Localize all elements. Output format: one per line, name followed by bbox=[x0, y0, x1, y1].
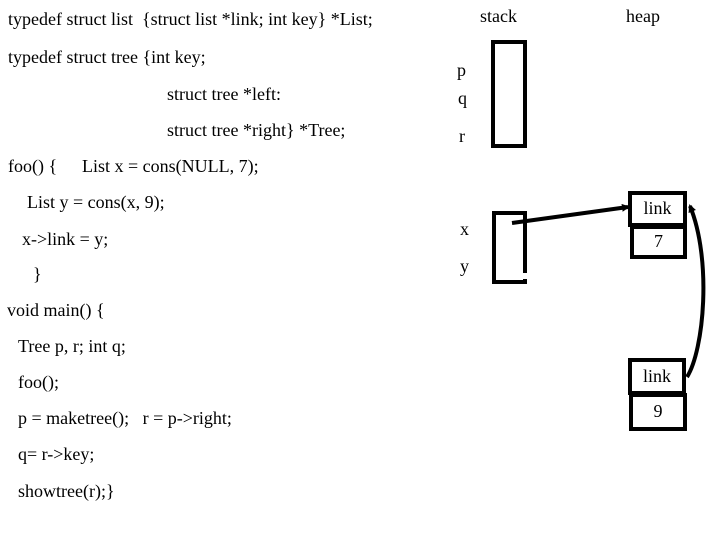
heap-node-7-link-label: link bbox=[643, 198, 672, 218]
stack-frame-foo-gap bbox=[522, 273, 528, 279]
code-line-tree-vars: Tree p, r; int q; bbox=[18, 336, 126, 356]
stack-var-p: p bbox=[457, 60, 466, 80]
stack-var-q: q bbox=[458, 88, 467, 108]
stack-title: stack bbox=[480, 6, 517, 26]
code-line-foo-call: foo(); bbox=[18, 372, 59, 392]
code-line-tree-right: struct tree *right} *Tree; bbox=[167, 120, 346, 140]
code-line-cons-y: List y = cons(x, 9); bbox=[27, 192, 165, 212]
code-line-foo-decl: foo() { bbox=[8, 156, 58, 176]
stack-var-r: r bbox=[459, 126, 465, 146]
code-line-q-assign: q= r->key; bbox=[18, 444, 95, 464]
arrow-x-to-node-7 bbox=[511, 203, 630, 225]
heap-node-9-link-label: link bbox=[642, 365, 671, 386]
code-line-maketree: p = maketree(); r = p->right; bbox=[18, 408, 232, 428]
heap-node-7-key-value: 7 bbox=[654, 231, 663, 251]
arrow-node-9-to-node-7 bbox=[685, 204, 706, 379]
code-line-tree-left: struct tree *left: bbox=[167, 84, 281, 104]
code-line-typedef-list: typedef struct list {struct list *link; … bbox=[8, 9, 373, 29]
heap-node-7-link-cell: link bbox=[628, 191, 687, 227]
code-line-showtree: showtree(r);} bbox=[18, 481, 115, 501]
arrows-layer bbox=[511, 203, 706, 379]
code-line-typedef-tree: typedef struct tree {int key; bbox=[8, 47, 206, 67]
stack-var-x: x bbox=[460, 219, 469, 239]
code-line-foo-close: } bbox=[33, 264, 42, 284]
heap-node-9-key-value: 9 bbox=[653, 401, 663, 421]
heap-node-9-key-cell: 9 bbox=[629, 393, 687, 431]
stack-var-y: y bbox=[460, 256, 469, 276]
heap-node-9-link-cell: link bbox=[628, 358, 686, 395]
code-line-main-decl: void main() { bbox=[7, 300, 105, 320]
code-line-x-link: x->link = y; bbox=[22, 229, 109, 249]
stack-frame-main bbox=[491, 40, 527, 148]
code-line-cons-x: List x = cons(NULL, 7); bbox=[82, 156, 259, 176]
heap-title: heap bbox=[626, 6, 660, 26]
heap-node-7-key-cell: 7 bbox=[630, 225, 687, 259]
